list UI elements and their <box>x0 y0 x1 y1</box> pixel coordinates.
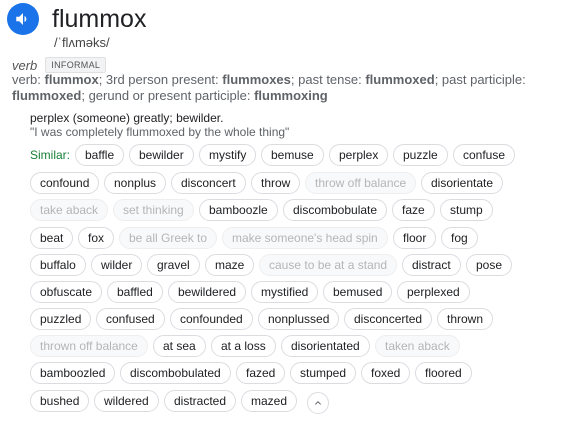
word-form: flummoxed <box>365 72 435 87</box>
word-form: flummoxed <box>12 88 82 103</box>
usage-example: "I was completely flummoxed by the whole… <box>30 125 290 139</box>
word-form-label: ; past participle: <box>434 72 526 87</box>
forms-prefix: verb: <box>12 72 45 87</box>
definition: perplex (someone) greatly; bewilder. <box>30 111 224 125</box>
similar-word-chip[interactable]: bewildered <box>168 281 247 303</box>
word-form-label: ; past tense: <box>290 72 366 87</box>
similar-word-chip[interactable]: at a loss <box>211 335 276 357</box>
speaker-icon <box>16 13 27 25</box>
similar-word-chip[interactable]: at sea <box>153 335 206 357</box>
similar-word-chip[interactable]: baffle <box>75 144 125 166</box>
similar-word-chip[interactable]: stump <box>440 199 493 221</box>
similar-word-chip[interactable]: puzzled <box>30 308 92 330</box>
similar-word-chip[interactable]: throw <box>251 172 301 194</box>
similar-word-chip[interactable]: perplex <box>329 144 389 166</box>
similar-word-chip[interactable]: foxed <box>361 362 411 384</box>
collapse-button[interactable] <box>307 392 329 414</box>
similar-word-chip[interactable]: baffled <box>107 281 163 303</box>
similar-word-chip[interactable]: faze <box>392 199 435 221</box>
similar-word-chip[interactable]: buffalo <box>30 254 86 276</box>
similar-word-chip[interactable]: bewilder <box>129 144 194 166</box>
similar-word-chip[interactable]: floored <box>415 362 472 384</box>
similar-word-chip[interactable]: fazed <box>236 362 286 384</box>
similar-word-chip: make someone's head spin <box>222 227 388 249</box>
similar-word-chip[interactable]: nonplussed <box>258 308 340 330</box>
word-form: flummox <box>44 72 99 87</box>
similar-word-chip[interactable]: bemuse <box>261 144 324 166</box>
similar-word-chip[interactable]: mazed <box>241 390 298 412</box>
similar-word-chip[interactable]: stumped <box>290 362 357 384</box>
similar-word-chip: take aback <box>30 199 109 221</box>
phonetic-spelling: /ˈflʌməks/ <box>54 35 110 50</box>
word-form-label: ; 3rd person present: <box>98 72 223 87</box>
similar-word-chip[interactable]: wilder <box>91 254 143 276</box>
word-forms: verb: flummox; 3rd person present: flumm… <box>12 72 572 104</box>
similar-word-chip[interactable]: floor <box>393 227 437 249</box>
headword: flummox <box>52 5 147 33</box>
similar-word-chip[interactable]: distract <box>402 254 461 276</box>
similar-word-chip[interactable]: nonplus <box>104 172 167 194</box>
similar-word-chip[interactable]: disorientate <box>421 172 504 194</box>
word-form-label: ; gerund or present participle: <box>81 88 255 103</box>
similar-word-chip[interactable]: mystified <box>251 281 319 303</box>
similar-word-chip: cause to be at a stand <box>259 254 398 276</box>
similar-word-chip[interactable]: maze <box>205 254 255 276</box>
similar-word-chip[interactable]: disorientated <box>281 335 370 357</box>
similar-word-chip[interactable]: fog <box>441 227 478 249</box>
similar-label: Similar: <box>30 148 71 162</box>
similar-word-chip[interactable]: disconcerted <box>344 308 433 330</box>
part-of-speech: verb <box>12 57 38 73</box>
similar-word-chip[interactable]: bamboozled <box>30 362 116 384</box>
similar-word-chip[interactable]: confound <box>30 172 100 194</box>
similar-word-chip[interactable]: distracted <box>164 390 237 412</box>
word-form: flummoxes <box>222 72 291 87</box>
similar-word-chip[interactable]: perplexed <box>397 281 470 303</box>
similar-word-chip[interactable]: confuse <box>453 144 516 166</box>
part-of-speech-row: verb INFORMAL <box>12 57 107 73</box>
similar-word-chip: thrown off balance <box>30 335 148 357</box>
similar-word-chip[interactable]: confounded <box>170 308 253 330</box>
similar-word-chip[interactable]: wildered <box>94 390 159 412</box>
similar-word-chip[interactable]: confused <box>96 308 165 330</box>
similar-word-chip[interactable]: pose <box>466 254 513 276</box>
similar-word-chip[interactable]: discombobulate <box>283 199 388 221</box>
similar-word-chip[interactable]: thrown <box>437 308 494 330</box>
similar-word-chip: set thinking <box>113 199 194 221</box>
similar-word-chip[interactable]: beat <box>30 227 74 249</box>
similar-word-chip: be all Greek to <box>119 227 218 249</box>
word-form: flummoxing <box>254 88 328 103</box>
similar-word-chip: throw off balance <box>305 172 417 194</box>
similar-word-chip[interactable]: gravel <box>147 254 200 276</box>
similar-word-chip[interactable]: bushed <box>30 390 90 412</box>
similar-word-chip[interactable]: bamboozle <box>199 199 278 221</box>
similar-word-chip[interactable]: puzzle <box>393 144 448 166</box>
similar-word-chip[interactable]: obfuscate <box>30 281 103 303</box>
chevron-up-icon <box>315 401 321 405</box>
similar-word-chip[interactable]: bemused <box>323 281 393 303</box>
similar-word-chip[interactable]: disconcert <box>171 172 246 194</box>
register-badge: INFORMAL <box>45 57 107 73</box>
similar-word-chip[interactable]: mystify <box>199 144 257 166</box>
similar-word-chip[interactable]: fox <box>78 227 115 249</box>
similar-word-chip: taken aback <box>375 335 460 357</box>
similar-word-chip[interactable]: discombobulated <box>120 362 231 384</box>
pronunciation-audio-button[interactable] <box>7 3 39 35</box>
